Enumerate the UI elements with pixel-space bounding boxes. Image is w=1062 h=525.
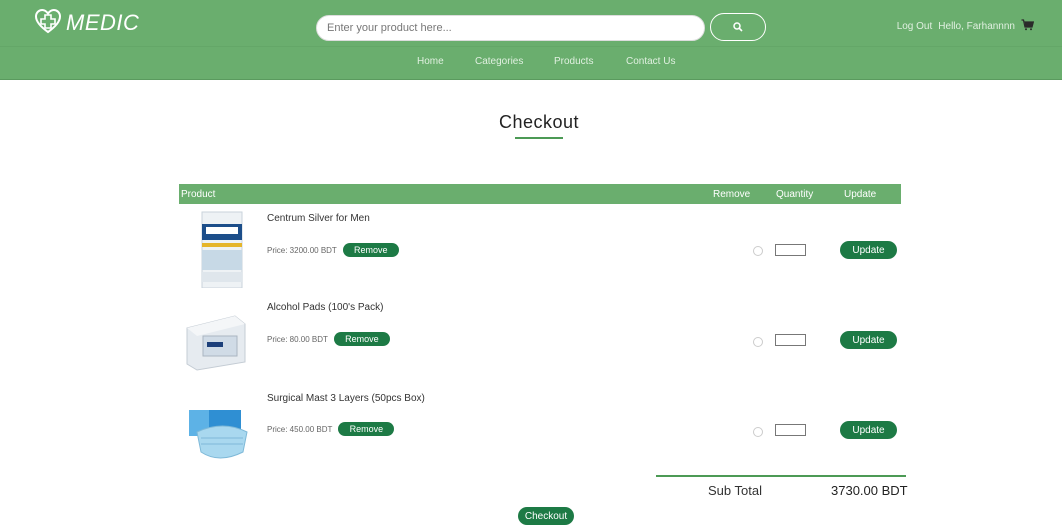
medical-cross-heart-icon — [32, 6, 64, 41]
brand-name: MEDIC — [66, 10, 140, 35]
product-price: Price: 3200.00 BDT — [267, 245, 337, 255]
quantity-input[interactable] — [775, 244, 806, 256]
logout-link[interactable]: Log Out — [897, 21, 933, 32]
brand-logo[interactable]: MEDIC — [32, 8, 139, 38]
search-button[interactable] — [710, 13, 766, 41]
header-update: Update — [844, 189, 877, 200]
user-area: Log Out Hello, Farhannnn — [897, 19, 1035, 34]
remove-radio[interactable] — [753, 337, 763, 347]
title-underline — [515, 137, 563, 139]
product-image — [183, 402, 249, 480]
product-price: Price: 80.00 BDT — [267, 334, 328, 344]
product-price: Price: 450.00 BDT — [267, 424, 333, 434]
remove-button[interactable]: Remove — [333, 332, 390, 346]
nav-products[interactable]: Products — [554, 56, 593, 67]
remove-radio[interactable] — [753, 427, 763, 437]
header-product: Product — [181, 189, 216, 200]
update-button[interactable]: Update — [840, 331, 897, 349]
product-name: Surgical Mast 3 Layers (50pcs Box) — [267, 393, 425, 404]
remove-radio[interactable] — [753, 246, 763, 256]
cart-row: Surgical Mast 3 Layers (50pcs Box) Price… — [179, 388, 901, 478]
subtotal-label: Sub Total — [708, 483, 762, 498]
price-line: Price: 3200.00 BDT Remove — [267, 243, 399, 257]
price-line: Price: 80.00 BDT Remove — [267, 332, 390, 346]
user-greeting: Hello, Farhannnn — [938, 21, 1015, 32]
cart-table-header: Product Remove Quantity Update — [179, 184, 901, 204]
page-title: Checkout — [498, 112, 580, 132]
nav-contact-us[interactable]: Contact Us — [626, 56, 675, 67]
update-button[interactable]: Update — [840, 241, 897, 259]
remove-button[interactable]: Remove — [338, 422, 395, 436]
header-remove: Remove — [713, 189, 751, 200]
subtotal-divider — [656, 475, 906, 477]
cart-row: Alcohol Pads (100's Pack) Price: 80.00 B… — [179, 298, 901, 388]
cart-row: Centrum Silver for Men Price: 3200.00 BD… — [179, 208, 901, 298]
product-name: Alcohol Pads (100's Pack) — [267, 302, 384, 313]
product-image — [183, 306, 249, 384]
quantity-input[interactable] — [775, 334, 806, 346]
search-icon — [733, 20, 743, 35]
remove-button[interactable]: Remove — [342, 243, 399, 257]
top-header: MEDIC Log Out Hello, Farhannnn Home Cate… — [0, 0, 1062, 80]
search-input[interactable] — [316, 15, 705, 41]
update-button[interactable]: Update — [840, 421, 897, 439]
subtotal-value: 3730.00 BDT — [831, 483, 908, 498]
nav-categories[interactable]: Categories — [475, 56, 523, 67]
price-line: Price: 450.00 BDT Remove — [267, 422, 395, 436]
header-divider — [0, 46, 1062, 47]
quantity-input[interactable] — [775, 424, 806, 436]
header-quantity: Quantity — [776, 189, 814, 200]
checkout-button[interactable]: Checkout — [518, 507, 574, 525]
nav-home[interactable]: Home — [417, 56, 444, 67]
product-name: Centrum Silver for Men — [267, 213, 370, 224]
cart-icon[interactable] — [1021, 19, 1035, 34]
product-image — [183, 210, 249, 289]
